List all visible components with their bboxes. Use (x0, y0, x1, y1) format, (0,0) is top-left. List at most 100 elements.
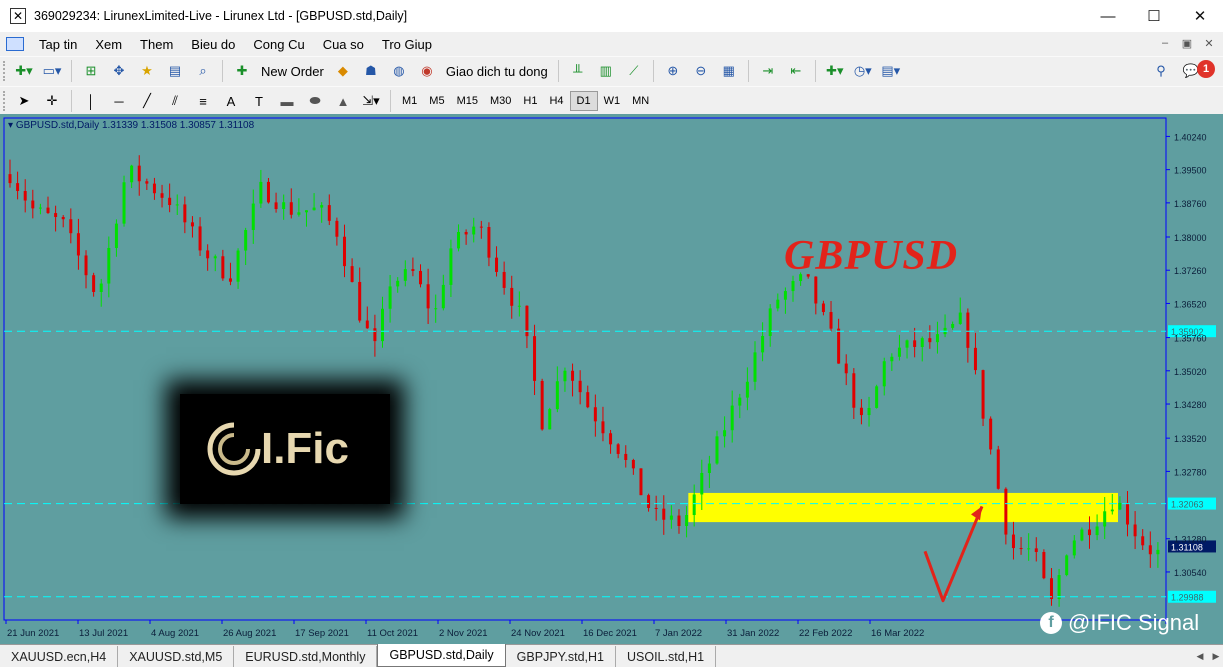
market-icon[interactable]: ◍ (388, 60, 410, 82)
candle-body-144 (1103, 511, 1107, 527)
chart-window[interactable]: 1.35902 1.32063 1.29988 1.31108 1.40240 1.395… (0, 114, 1223, 644)
mdi-restore-button[interactable]: ▣ (1179, 35, 1195, 51)
trendline-icon[interactable]: ╱ (136, 90, 158, 112)
profiles-icon[interactable]: ▭▾ (41, 60, 63, 82)
metaeditor-icon[interactable]: ◆ (332, 60, 354, 82)
ellipse-icon[interactable]: ⬬ (304, 90, 326, 112)
tile-windows-icon[interactable]: ▦ (718, 60, 740, 82)
triangle-icon[interactable]: ▲ (332, 90, 354, 112)
close-button[interactable]: ✕ (1177, 0, 1223, 32)
periods-icon[interactable]: ◷▾ (852, 60, 874, 82)
x-tick-label-11: 22 Feb 2022 (799, 628, 852, 639)
rectangle-icon[interactable]: ▬ (276, 90, 298, 112)
candle-body-19 (152, 183, 156, 194)
candle-body-6 (54, 213, 58, 217)
candle-body-77 (593, 407, 597, 422)
indicators-icon[interactable]: ✚▾ (824, 60, 846, 82)
menu-help[interactable]: Tro Giup (373, 37, 441, 52)
navigator-icon[interactable]: ★ (136, 60, 158, 82)
zoom-in-icon[interactable]: ⊕ (662, 60, 684, 82)
bar-chart-icon[interactable]: ╨ (567, 60, 589, 82)
y-tick-label-6: 1.35760 (1174, 334, 1207, 344)
autotrading-icon[interactable]: ◉ (416, 60, 438, 82)
equidistant-channel-icon[interactable]: ⫽ (164, 90, 186, 112)
candle-body-138 (1057, 575, 1061, 600)
text-icon[interactable]: A (220, 90, 242, 112)
candle-body-26 (206, 250, 210, 259)
timeframe-m5[interactable]: M5 (423, 91, 450, 111)
market-watch-icon[interactable]: ⊞ (80, 60, 102, 82)
x-tick-label-10: 31 Jan 2022 (727, 628, 779, 639)
new-chart-icon[interactable]: ✚▾ (13, 60, 35, 82)
menu-file[interactable]: Tap tin (30, 37, 86, 52)
tab-eurusd-monthly[interactable]: EURUSD.std,Monthly (234, 646, 378, 667)
fibonacci-icon[interactable]: ≡ (192, 90, 214, 112)
candlestick-icon[interactable]: ▥ (595, 60, 617, 82)
tab-gbpjpy-h1[interactable]: GBPJPY.std,H1 (506, 646, 616, 667)
menu-window[interactable]: Cua so (314, 37, 373, 52)
candle-body-59 (457, 231, 461, 249)
signals-icon[interactable]: ☗ (360, 60, 382, 82)
candle-body-74 (571, 370, 575, 381)
tab-gbpusd-daily[interactable]: GBPUSD.std,Daily (377, 644, 506, 667)
timeframe-mn[interactable]: MN (626, 91, 655, 111)
toolbar-separator (71, 90, 72, 112)
timeframe-m30[interactable]: M30 (484, 91, 517, 111)
candle-body-5 (46, 207, 50, 214)
crosshair-icon[interactable]: ✛ (41, 90, 63, 112)
tab-scroll-right-icon[interactable]: ▶ (1209, 649, 1223, 663)
mdi-window-icon[interactable] (6, 37, 24, 51)
vertical-line-icon[interactable]: │ (80, 90, 102, 112)
candle-body-121 (928, 338, 932, 343)
line-chart-icon[interactable]: ⟋ (623, 60, 645, 82)
timeframe-m15[interactable]: M15 (451, 91, 484, 111)
candle-body-58 (449, 248, 453, 285)
candle-body-72 (555, 381, 559, 410)
toolbar-grip[interactable] (3, 91, 6, 111)
templates-icon[interactable]: ▤▾ (880, 60, 902, 82)
timeframe-m1[interactable]: M1 (396, 91, 423, 111)
strategy-tester-icon[interactable]: ⌕ (192, 60, 214, 82)
menu-view[interactable]: Xem (86, 37, 131, 52)
chart-shift-icon[interactable]: ⇤ (785, 60, 807, 82)
y-tick-label-7: 1.35020 (1174, 367, 1207, 377)
arrows-icon[interactable]: ⇲▾ (360, 90, 382, 112)
search-icon[interactable]: ⚲ (1150, 60, 1172, 82)
terminal-icon[interactable]: ▤ (164, 60, 186, 82)
tab-scroll-left-icon[interactable]: ◀ (1193, 649, 1207, 663)
horizontal-line-icon[interactable]: ─ (108, 90, 130, 112)
autoscroll-icon[interactable]: ⇥ (757, 60, 779, 82)
tab-usoil-h1[interactable]: USOIL.std,H1 (616, 646, 717, 667)
menu-charts[interactable]: Bieu do (182, 37, 244, 52)
menu-tools[interactable]: Cong Cu (244, 37, 313, 52)
candle-body-149 (1141, 536, 1145, 546)
mdi-close-button[interactable]: ✕ (1201, 35, 1217, 51)
zoom-out-icon[interactable]: ⊖ (690, 60, 712, 82)
menu-bar: Tap tin Xem Them Bieu do Cong Cu Cua so … (0, 33, 1223, 55)
hline-label-1: 1.32063 (1171, 500, 1204, 510)
new-order-icon[interactable]: ✚ (231, 60, 253, 82)
text-label-icon[interactable]: T (248, 90, 270, 112)
new-order-button[interactable]: New Order (259, 60, 326, 82)
cursor-icon[interactable]: ➤ (13, 90, 35, 112)
autotrading-button[interactable]: Giao dich tu dong (444, 60, 550, 82)
candle-body-78 (601, 421, 605, 434)
timeframe-h4[interactable]: H4 (543, 91, 569, 111)
toolbar-grip[interactable] (3, 61, 6, 81)
timeframe-d1[interactable]: D1 (569, 91, 598, 111)
hline-label-2: 1.29988 (1171, 593, 1204, 603)
data-window-icon[interactable]: ✥ (108, 60, 130, 82)
price-chart[interactable]: 1.359021.320631.299881.311081.402401.395… (0, 114, 1223, 644)
timeframe-h1[interactable]: H1 (517, 91, 543, 111)
maximize-button[interactable]: ☐ (1131, 0, 1177, 32)
mdi-minimize-button[interactable]: – (1157, 35, 1173, 51)
timeframe-w1[interactable]: W1 (598, 91, 627, 111)
candle-body-122 (935, 334, 939, 343)
candle-body-42 (327, 205, 331, 221)
candle-body-3 (31, 200, 35, 209)
candle-body-82 (631, 459, 635, 469)
minimize-button[interactable]: — (1085, 0, 1131, 32)
tab-xauusd-std-m5[interactable]: XAUUSD.std,M5 (118, 646, 235, 667)
menu-insert[interactable]: Them (131, 37, 182, 52)
tab-xauusd-ecn-h4[interactable]: XAUUSD.ecn,H4 (0, 646, 119, 667)
